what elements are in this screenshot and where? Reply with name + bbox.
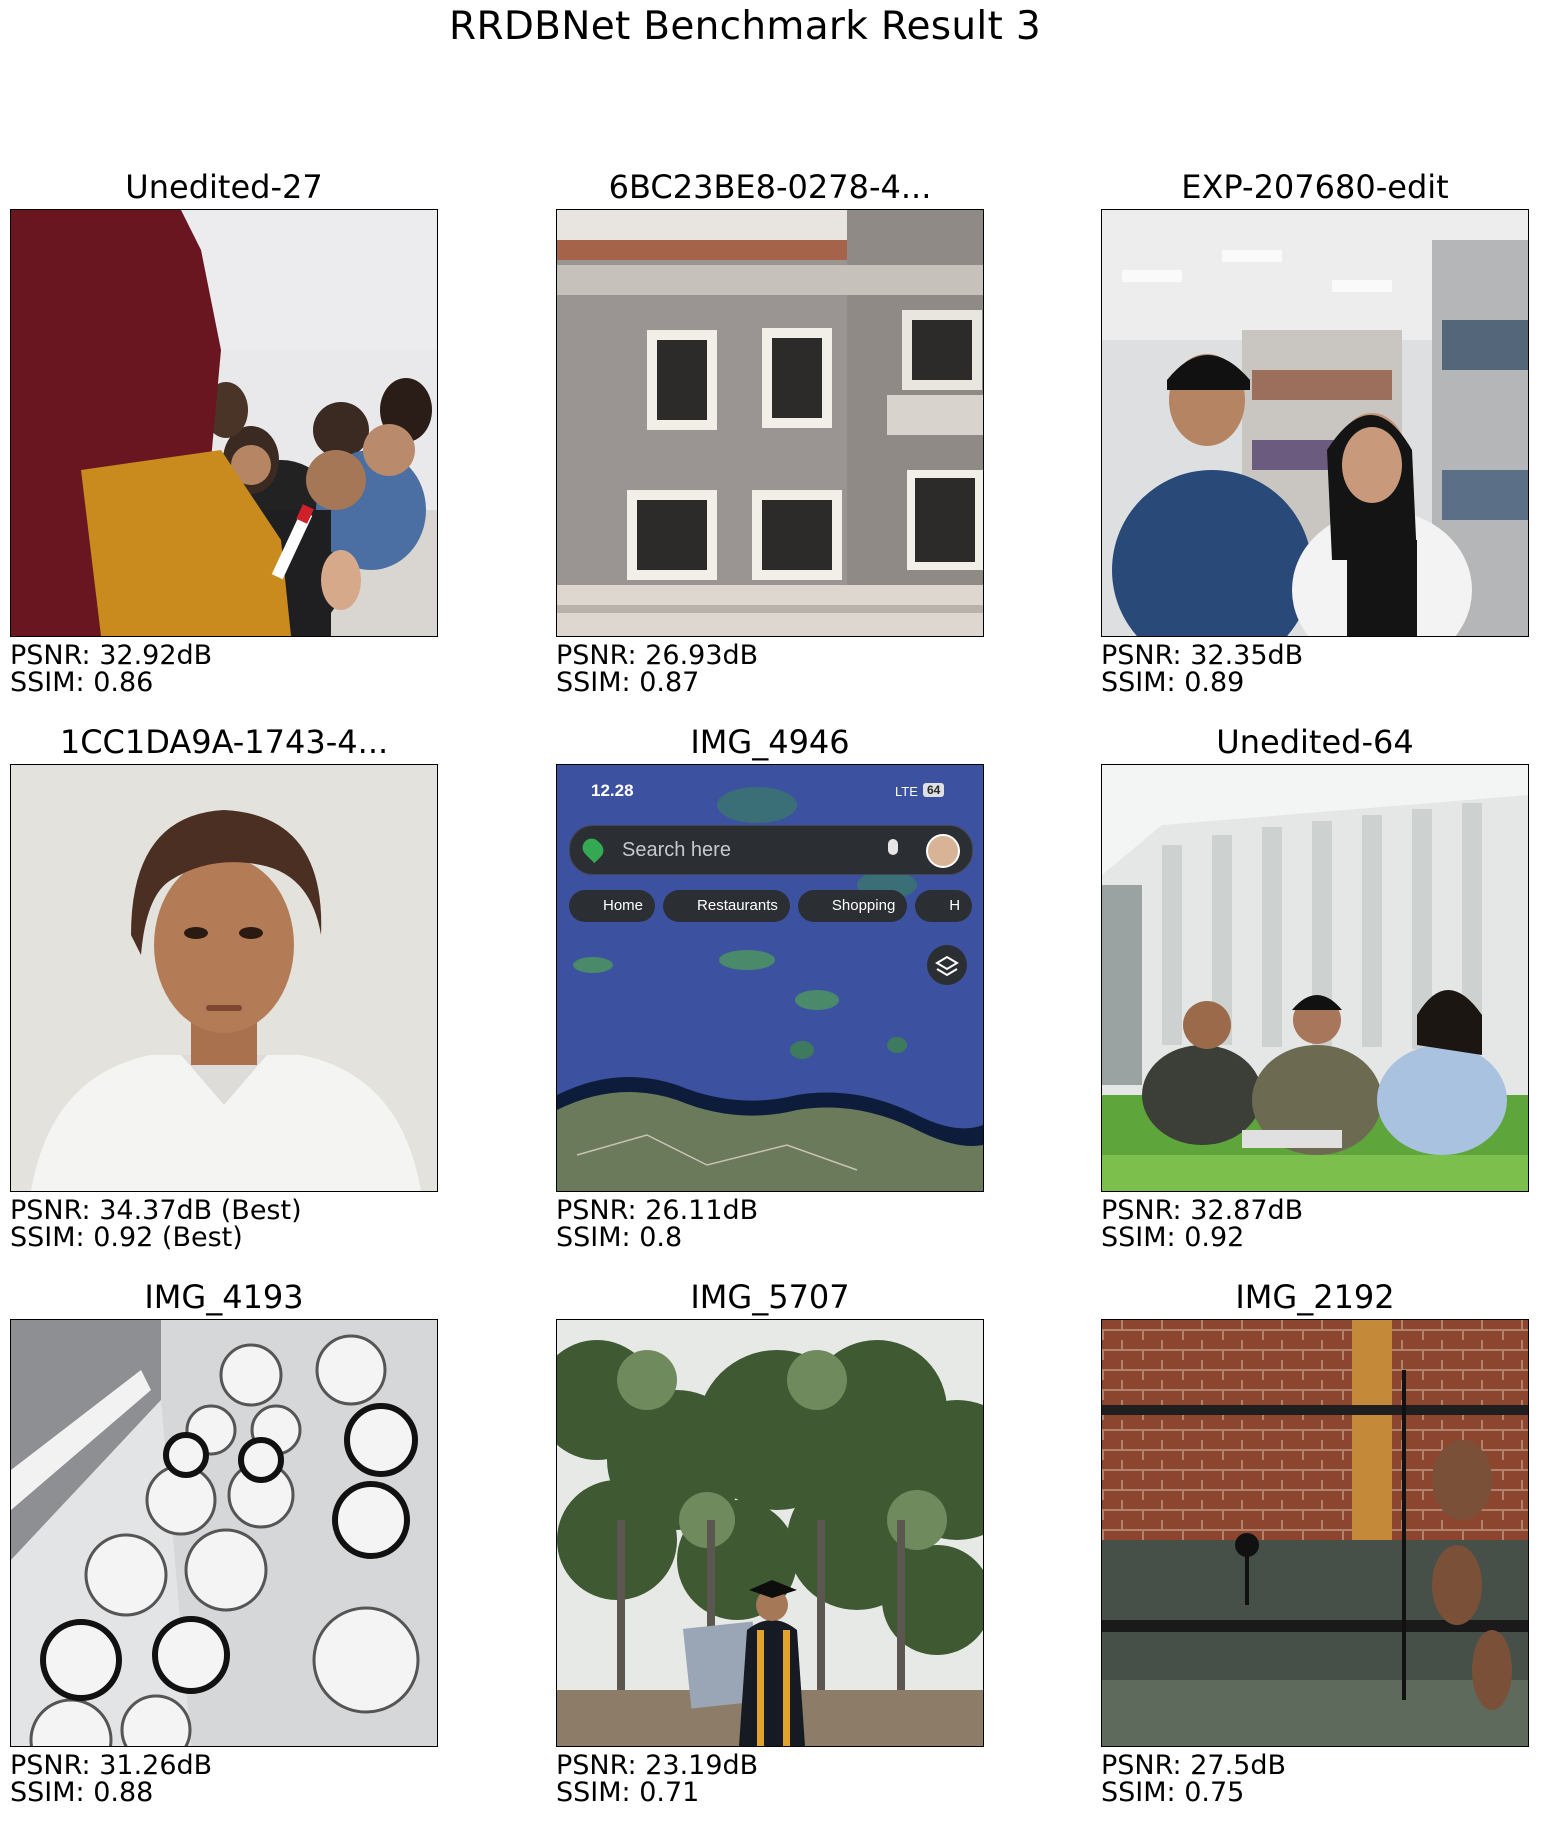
image-title: Unedited-64 [1216, 723, 1414, 761]
image-title: IMG_4193 [144, 1278, 304, 1316]
image-students-outdoor [1101, 764, 1529, 1192]
search-input: Search here [622, 839, 731, 861]
psnr-label: PSNR: 31.26dB [10, 1750, 213, 1781]
image-map-screenshot: 12.28 LTE 64 Search here Home Restaurants… [556, 764, 984, 1192]
image-library-portrait [1101, 209, 1529, 637]
image-wall-clocks [10, 1319, 438, 1747]
status-battery: 64 [923, 783, 945, 797]
ssim-label: SSIM: 0.87 [556, 667, 700, 698]
image-title: EXP-207680-edit [1181, 168, 1449, 206]
ssim-label: SSIM: 0.89 [1101, 667, 1245, 698]
ssim-label: SSIM: 0.88 [10, 1777, 154, 1808]
psnr-label: PSNR: 32.35dB [1101, 640, 1304, 671]
image-classroom-photo [10, 209, 438, 637]
map-search-bar: Search here [569, 825, 973, 875]
ssim-label: SSIM: 0.75 [1101, 1777, 1245, 1808]
chip-hotels: H [915, 890, 973, 922]
image-brick-interior [1101, 1319, 1529, 1747]
page-title: RRDBNet Benchmark Result 3 [449, 4, 1041, 49]
mic-icon [888, 839, 898, 855]
psnr-label: PSNR: 34.37dB (Best) [10, 1195, 302, 1226]
chip-restaurants: Restaurants [663, 890, 790, 922]
psnr-label: PSNR: 26.93dB [556, 640, 759, 671]
image-title: IMG_2192 [1235, 1278, 1395, 1316]
psnr-label: PSNR: 26.11dB [556, 1195, 759, 1226]
image-title: IMG_4946 [690, 723, 850, 761]
chip-row: Home Restaurants Shopping H [569, 890, 983, 924]
map-pin-icon [578, 834, 608, 864]
image-building-facade [556, 209, 984, 637]
image-headshot [10, 764, 438, 1192]
psnr-label: PSNR: 32.87dB [1101, 1195, 1304, 1226]
image-title: Unedited-27 [125, 168, 323, 206]
ssim-label: SSIM: 0.8 [556, 1222, 683, 1253]
ssim-label: SSIM: 0.86 [10, 667, 154, 698]
status-network: LTE [895, 784, 918, 799]
image-title: IMG_5707 [690, 1278, 850, 1316]
avatar [926, 834, 960, 868]
ssim-label: SSIM: 0.71 [556, 1777, 700, 1808]
status-time: 12.28 [591, 781, 634, 800]
image-title: 1CC1DA9A-1743-4... [59, 723, 389, 761]
psnr-label: PSNR: 23.19dB [556, 1750, 759, 1781]
chip-shopping: Shopping [797, 890, 908, 922]
psnr-label: PSNR: 32.92dB [10, 640, 213, 671]
image-graduate-forest [556, 1319, 984, 1747]
image-title: 6BC23BE8-0278-4... [608, 168, 932, 206]
psnr-label: PSNR: 27.5dB [1101, 1750, 1287, 1781]
ssim-label: SSIM: 0.92 (Best) [10, 1222, 243, 1253]
chip-home: Home [569, 890, 656, 922]
ssim-label: SSIM: 0.92 [1101, 1222, 1245, 1253]
